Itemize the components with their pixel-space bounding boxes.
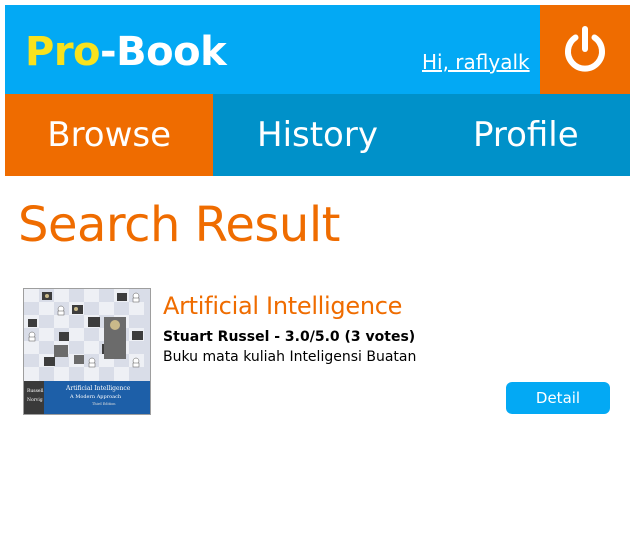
nav-bar: Browse History Profile	[5, 94, 630, 176]
book-title[interactable]: Artificial Intelligence	[163, 290, 402, 322]
cover-author2: Norvig	[27, 397, 43, 403]
header: Pro-Book Hi, raflyalk	[5, 5, 630, 94]
book-cover-image: Russell Norvig Artificial Intelligence A…	[23, 288, 151, 415]
book-description: Buku mata kuliah Inteligensi Buatan	[163, 349, 417, 365]
logo-pro: Pro	[25, 29, 101, 75]
cover-author1: Russell	[27, 388, 44, 394]
logo: Pro-Book	[25, 29, 227, 75]
book-author-rating: Stuart Russel - 3.0/5.0 (3 votes)	[163, 329, 416, 345]
search-result-item: Russell Norvig Artificial Intelligence A…	[23, 288, 610, 416]
tab-browse[interactable]: Browse	[5, 94, 214, 176]
cover-edition: Third Edition	[92, 402, 116, 406]
power-icon	[565, 25, 605, 72]
cover-title: Artificial Intelligence	[65, 385, 131, 392]
app: Pro-Book Hi, raflyalk Browse History Pro…	[5, 5, 630, 176]
logo-book: -Book	[100, 29, 227, 75]
detail-button[interactable]: Detail	[506, 382, 610, 414]
user-greeting-link[interactable]: Hi, raflyalk	[422, 50, 530, 74]
page-title: Search Result	[18, 197, 340, 253]
logout-button[interactable]	[540, 5, 630, 94]
tab-profile[interactable]: Profile	[421, 94, 630, 176]
cover-subtitle: A Modern Approach	[69, 394, 122, 400]
tab-history[interactable]: History	[213, 94, 422, 176]
